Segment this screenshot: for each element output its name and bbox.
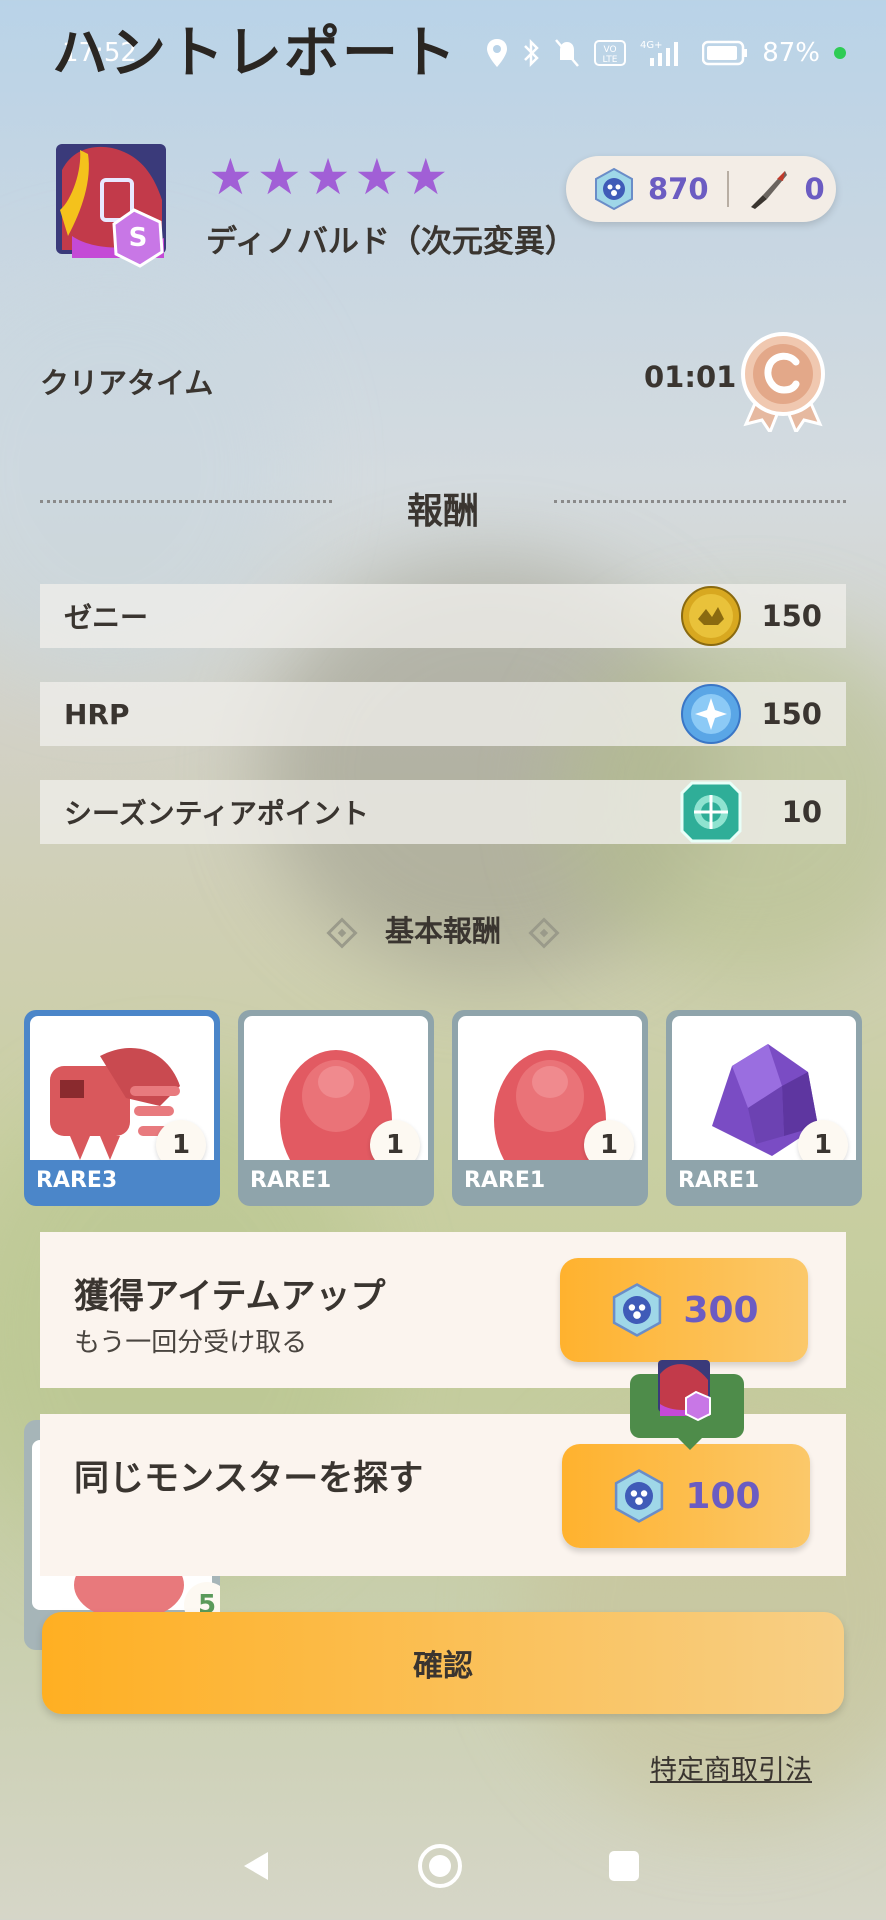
svg-text:S: S xyxy=(129,223,148,253)
reward-item-card[interactable]: 1 RARE1 xyxy=(238,1010,434,1206)
rating-stars: ★ ★ ★ ★ ★ xyxy=(208,152,448,202)
diamond-ornament-icon xyxy=(528,917,560,949)
rank-c-medal-icon xyxy=(738,332,828,436)
item-rarity: RARE3 xyxy=(36,1168,118,1193)
hrp-icon xyxy=(681,684,741,744)
page-title: ハントレポート xyxy=(52,21,458,86)
basic-rewards-title: 基本報酬 xyxy=(384,914,501,948)
season-tier-icon xyxy=(680,781,742,843)
bluetooth-icon xyxy=(524,38,539,68)
svg-text:4G+: 4G+ xyxy=(640,40,663,51)
diamond-ornament-icon xyxy=(326,917,358,949)
clear-time-label: クリアタイム xyxy=(40,366,214,400)
reward-item-card[interactable]: 1 RARE3 xyxy=(24,1010,220,1206)
item-up-panel: 獲得アイテムアップ もう一回分受け取る 300 xyxy=(40,1232,846,1388)
reward-item-card[interactable]: 1 RARE1 xyxy=(452,1010,648,1206)
battery-percent: 87% xyxy=(762,38,820,68)
item-image: 1 xyxy=(30,1016,214,1160)
back-icon[interactable] xyxy=(236,1846,276,1886)
signal-icon: 4G+ xyxy=(640,40,679,66)
find-monster-button[interactable]: 100 xyxy=(562,1444,810,1548)
mute-icon xyxy=(555,39,580,67)
volte-icon: VOLTE xyxy=(594,40,627,66)
reward-row-zeny: ゼニー 150 xyxy=(40,584,846,648)
monster-portrait: S xyxy=(52,140,192,280)
gem-icon xyxy=(595,167,633,211)
currency-divider xyxy=(726,171,729,207)
star-icon: ★ xyxy=(354,148,400,206)
reward-row-season-tier: シーズンティアポイント 10 xyxy=(40,780,846,844)
find-monster-cost: 100 xyxy=(685,1475,761,1517)
star-icon: ★ xyxy=(208,148,253,206)
battery-icon xyxy=(702,40,748,66)
home-icon[interactable] xyxy=(416,1842,464,1890)
item-image: 1 xyxy=(458,1016,642,1160)
reward-value: 150 xyxy=(761,599,822,633)
item-image: 1 xyxy=(672,1016,856,1160)
clear-time-value: 01:01 xyxy=(644,360,737,394)
item-up-title: 獲得アイテムアップ xyxy=(74,1277,386,1317)
star-icon: ★ xyxy=(256,148,302,206)
monster-name: ディノバルド（次元変異） xyxy=(206,224,576,260)
reward-item-card[interactable]: 1 RARE1 xyxy=(666,1010,862,1206)
reward-name: シーズンティアポイント xyxy=(64,797,369,830)
ticket-count: 0 xyxy=(804,172,825,206)
basic-rewards-header: 基本報酬 xyxy=(0,908,886,950)
knife-icon xyxy=(750,171,787,209)
zeny-coin-icon xyxy=(681,586,741,646)
monster-tooltip xyxy=(630,1360,744,1450)
gem-icon xyxy=(613,1283,662,1337)
reward-row-hrp: HRP 150 xyxy=(40,682,846,746)
item-image: 1 xyxy=(244,1016,428,1160)
confirm-button[interactable]: 確認 xyxy=(42,1612,844,1714)
gem-count: 870 xyxy=(648,172,709,206)
location-icon xyxy=(487,39,508,67)
monster-mini-icon xyxy=(658,1360,711,1422)
star-icon: ★ xyxy=(305,148,351,206)
star-icon: ★ xyxy=(403,148,449,206)
rewards-section-title: 報酬 xyxy=(406,491,479,532)
svg-text:LTE: LTE xyxy=(603,55,618,65)
item-rarity: RARE1 xyxy=(464,1168,546,1193)
find-monster-panel: 同じモンスターを探す 100 xyxy=(40,1414,846,1576)
item-rarity: RARE1 xyxy=(678,1168,760,1193)
gem-icon xyxy=(615,1469,664,1523)
currency-display[interactable]: 870 0 xyxy=(566,156,836,222)
status-icons: VO LTE 4G+ 87% xyxy=(486,38,846,68)
svg-text:VO: VO xyxy=(604,45,617,55)
reward-name: ゼニー xyxy=(64,601,149,634)
active-indicator-icon xyxy=(834,47,846,59)
reward-value: 150 xyxy=(761,697,822,731)
find-monster-title: 同じモンスターを探す xyxy=(74,1459,424,1499)
item-up-cost: 300 xyxy=(683,1289,759,1331)
reward-value: 10 xyxy=(781,795,822,829)
commercial-transactions-link[interactable]: 特定商取引法 xyxy=(650,1748,812,1787)
item-up-button[interactable]: 300 xyxy=(560,1258,808,1362)
item-up-subtitle: もう一回分受け取る xyxy=(74,1328,308,1358)
recents-icon[interactable] xyxy=(606,1848,642,1884)
reward-name: HRP xyxy=(64,697,130,731)
item-rarity: RARE1 xyxy=(250,1168,332,1193)
system-nav-bar xyxy=(0,1838,886,1898)
